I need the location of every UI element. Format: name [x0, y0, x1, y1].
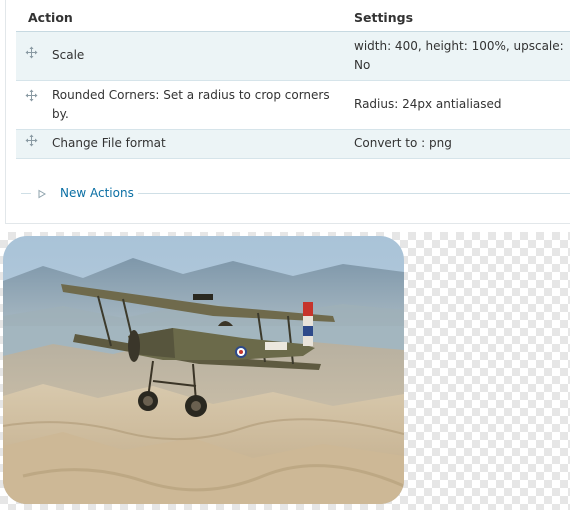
biplane-photo — [3, 236, 404, 504]
effects-panel: Action Settings Scale width: 400, height… — [5, 0, 570, 224]
table-row-file-format[interactable]: Change File format Convert to : png — [16, 129, 570, 159]
image-preview — [3, 236, 404, 504]
name-line: Rounded Corners: Set a radius to crop co… — [52, 87, 330, 102]
effect-summary-file-format: Convert to : png — [348, 129, 570, 159]
effects-table: Action Settings Scale width: 400, height… — [16, 4, 570, 159]
drag-cell[interactable] — [16, 31, 46, 81]
summary-line: width: 400, height: 100%, upscale: — [354, 38, 564, 53]
effect-name-rounded-corners: Rounded Corners: Set a radius to crop co… — [46, 80, 348, 130]
move-cross-icon[interactable] — [25, 89, 38, 102]
column-header-settings: Settings — [348, 4, 570, 32]
effect-summary-scale: width: 400, height: 100%, upscale: No — [348, 31, 570, 81]
summary-line: No — [354, 57, 371, 72]
table-row-scale[interactable]: Scale width: 400, height: 100%, upscale:… — [16, 31, 570, 81]
column-header-action: Action — [16, 4, 348, 32]
effect-summary-rounded-corners: Radius: 24px antialiased — [348, 80, 570, 130]
drag-cell[interactable] — [16, 129, 46, 159]
new-actions-toggle[interactable]: New Actions — [60, 185, 134, 201]
name-line: by. — [52, 106, 69, 121]
move-cross-icon[interactable] — [25, 46, 38, 59]
table-header-row: Action Settings — [16, 4, 570, 32]
drag-cell[interactable] — [16, 80, 46, 130]
table-row-rounded-corners[interactable]: Rounded Corners: Set a radius to crop co… — [16, 80, 570, 130]
move-cross-icon[interactable] — [25, 134, 38, 147]
effect-name-scale: Scale — [46, 31, 348, 81]
effect-name-file-format: Change File format — [46, 129, 348, 159]
fieldset-divider — [138, 193, 570, 194]
fieldset-divider — [21, 193, 31, 194]
new-actions-fieldset[interactable]: New Actions — [21, 183, 570, 203]
triangle-right-icon[interactable] — [37, 188, 47, 199]
